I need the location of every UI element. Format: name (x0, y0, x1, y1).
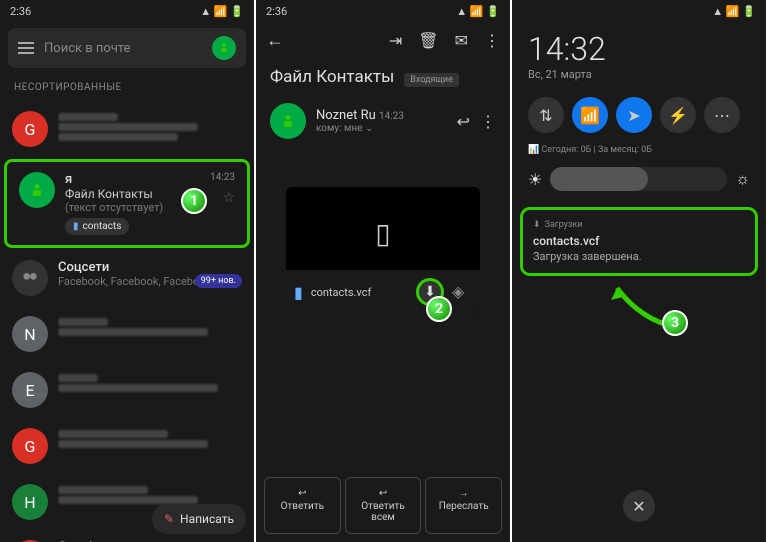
star-icon[interactable]: ☆ (222, 190, 235, 206)
panel-inbox: 2:36 ▲ 📶 🔋 Поиск в почте НЕСОРТИРОВАННЫЕ… (0, 0, 254, 542)
search-placeholder: Поиск в почте (44, 41, 202, 56)
step-badge-1: 1 (181, 188, 207, 214)
file-icon: ▯ (286, 217, 480, 250)
pencil-icon: ✎ (164, 512, 174, 526)
compose-button[interactable]: ✎ Написать (152, 504, 246, 534)
qs-more-icon[interactable]: ⋯ (704, 97, 740, 133)
more-icon[interactable]: ⋮ (484, 31, 500, 50)
status-icons: ▲ 📶 🔋 (200, 5, 244, 18)
auto-brightness-icon[interactable]: ☼ (735, 169, 750, 189)
brightness-slider[interactable]: ☀ ☼ (512, 159, 766, 199)
email-subject: Файл Контакты (65, 187, 235, 201)
recipient: кому: мне (316, 123, 363, 134)
panel-email-detail: 2:36 ▲ 📶 🔋 ← ⇥ 🗑 ✉ ⋮ Файл Контакты Входя… (256, 0, 510, 542)
sender-row: Noznet Ru 14:23 кому: мне ⌄ ↩ ⋮ (256, 95, 510, 147)
qs-location-icon[interactable]: ➤ (616, 97, 652, 133)
email-sender: Соцсети (58, 260, 242, 275)
sender-avatar: E (12, 372, 48, 408)
email-item[interactable]: Соцсети Facebook, Facebook, Facebook 99+… (0, 250, 254, 306)
sender-name: Noznet Ru (316, 108, 376, 123)
reply-icon[interactable]: ↩ (457, 112, 470, 131)
status-icons: ▲ 📶 🔋 (712, 5, 756, 18)
qs-power-icon[interactable]: ⚡ (660, 97, 696, 133)
sender-avatar: G (12, 428, 48, 464)
panel-notifications: ▲ 📶 🔋 14:32 Вс, 21 марта ⇅ 📶 ➤ ⚡ ⋯ 📊 Сег… (512, 0, 766, 542)
email-item[interactable]: G (0, 418, 254, 474)
clock: 2:36 (266, 5, 287, 18)
reply-button[interactable]: ↩Ответить (264, 477, 341, 534)
email-item[interactable]: E (0, 362, 254, 418)
attachment-name: contacts.vcf (311, 286, 408, 299)
status-bar: 2:36 ▲ 📶 🔋 (256, 0, 510, 22)
section-label: НЕСОРТИРОВАННЫЕ (0, 74, 254, 101)
status-icons: ▲ 📶 🔋 (456, 5, 500, 18)
status-bar: ▲ 📶 🔋 (512, 0, 766, 22)
email-item[interactable]: G (0, 101, 254, 157)
quick-settings: ⇅ 📶 ➤ ⚡ ⋯ (512, 89, 766, 141)
lock-clock: 14:32 (512, 22, 766, 68)
sender-avatar: N (12, 316, 48, 352)
drive-icon[interactable]: ◈ (452, 282, 472, 302)
count-badge: 99+ нов. (195, 274, 242, 288)
mail-icon[interactable]: ✉ (455, 31, 468, 50)
step-badge-3: 3 (662, 310, 688, 336)
lock-date: Вс, 21 марта (512, 68, 766, 89)
more-icon[interactable]: ⋮ (480, 112, 496, 131)
clear-notifications-button[interactable]: ✕ (623, 490, 655, 522)
sun-icon: ☀ (528, 170, 542, 189)
toolbar: ← ⇥ 🗑 ✉ ⋮ (256, 22, 510, 59)
notif-title: contacts.vcf (533, 234, 745, 248)
reply-bar: ↩Ответить ↩Ответить всем →Переслать (264, 477, 502, 534)
sender-avatar (12, 260, 48, 296)
email-time: 14:23 (210, 172, 235, 183)
step-badge-2: 2 (426, 296, 452, 322)
inbox-chip: Входящие (404, 73, 459, 87)
forward-button[interactable]: →Переслать (425, 477, 502, 534)
email-header: Файл Контакты Входящие (256, 59, 510, 95)
reply-all-button[interactable]: ↩Ответить всем (345, 477, 422, 534)
menu-icon[interactable] (18, 42, 34, 54)
attachment-chip[interactable]: ▮contacts (65, 218, 129, 235)
attachment-preview[interactable]: ▯ ▮ contacts.vcf ⬇ ◈ 2 (286, 187, 480, 314)
back-icon[interactable]: ← (266, 30, 284, 51)
sender-avatar (19, 172, 55, 208)
data-usage: 📊 Сегодня: 0Б | За месяц: 0Б (512, 141, 766, 159)
qs-wifi-icon[interactable]: 📶 (572, 97, 608, 133)
sender-avatar (270, 103, 306, 139)
notification-card[interactable]: ⬇ Загрузки contacts.vcf Загрузка заверше… (520, 207, 758, 276)
email-preview: (текст отсутствует) (65, 201, 235, 214)
status-bar: 2:36 ▲ 📶 🔋 (0, 0, 254, 22)
notif-app-name: ⬇ Загрузки (533, 220, 745, 230)
email-item-selected[interactable]: я Файл Контакты (текст отсутствует) ▮con… (4, 159, 250, 248)
notif-body: Загрузка завершена. (533, 250, 745, 263)
account-avatar[interactable] (212, 36, 236, 60)
delete-icon[interactable]: 🗑 (418, 31, 438, 50)
search-bar[interactable]: Поиск в почте (8, 28, 246, 68)
email-item[interactable]: N (0, 306, 254, 362)
qs-data-icon[interactable]: ⇅ (528, 97, 564, 133)
sender-avatar: H (12, 484, 48, 520)
clock: 2:36 (10, 5, 31, 18)
sender-avatar: G (12, 111, 48, 147)
archive-icon[interactable]: ⇥ (389, 31, 402, 50)
email-title: Файл Контакты (270, 67, 394, 87)
